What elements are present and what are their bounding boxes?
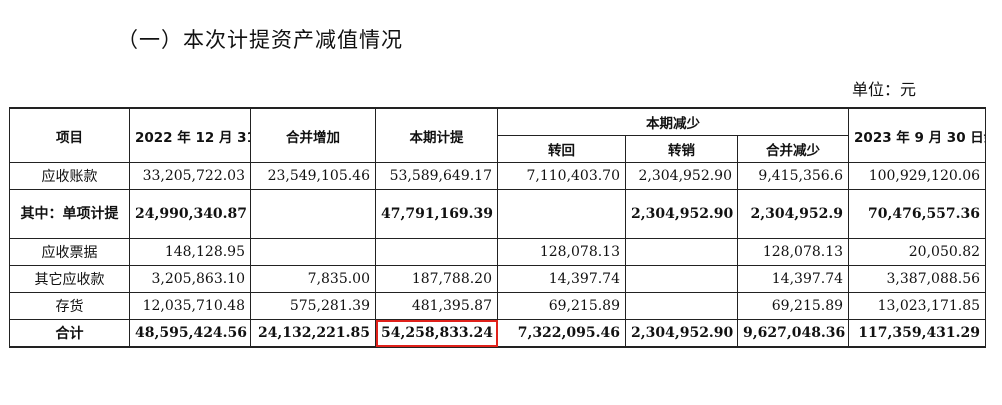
cell-writeoff: 2,304,952.90 bbox=[625, 189, 738, 239]
cell-merge-decrease: 14,397.74 bbox=[736, 265, 850, 293]
cell-merge-decrease: 9,415,356.6 bbox=[736, 162, 850, 190]
cell-writeoff: 2,304,952.90 bbox=[625, 162, 738, 190]
cell-writeoff: 2,304,952.90 bbox=[625, 319, 738, 348]
cell-provision: 187,788.20 bbox=[375, 265, 498, 293]
cell-provision-highlighted: 54,258,833.24 bbox=[375, 319, 498, 348]
cell-provision bbox=[375, 238, 498, 266]
header-merge-decrease: 合并减少 bbox=[736, 135, 850, 163]
header-provision: 本期计提 bbox=[375, 107, 498, 163]
cell-closing: 20,050.82 bbox=[848, 238, 987, 266]
table-row-total: 合计 48,595,424.56 24,132,221.85 54,258,83… bbox=[9, 319, 987, 348]
cell-closing: 117,359,431.29 bbox=[848, 319, 987, 348]
cell-merge-increase: 24,132,221.85 bbox=[250, 319, 376, 348]
row-label: 其中：单项计提 bbox=[9, 189, 130, 239]
table-row: 应收票据 148,128.95 128,078.13 128,078.13 20… bbox=[9, 238, 987, 266]
table-row: 应收账款 33,205,722.03 23,549,105.46 53,589,… bbox=[9, 162, 987, 190]
cell-merge-decrease: 69,215.89 bbox=[736, 292, 850, 320]
impairment-table: 项目 2022 年 12 月 31 日余额 合并增加 本期计提 本期减少 202… bbox=[9, 107, 987, 348]
header-reversal: 转回 bbox=[497, 135, 626, 163]
cell-writeoff bbox=[625, 292, 738, 320]
header-item: 项目 bbox=[9, 107, 130, 163]
cell-merge-increase: 575,281.39 bbox=[250, 292, 376, 320]
cell-reversal: 7,322,095.46 bbox=[497, 319, 626, 348]
cell-reversal: 14,397.74 bbox=[497, 265, 626, 293]
table-row: 其它应收款 3,205,863.10 7,835.00 187,788.20 1… bbox=[9, 265, 987, 293]
cell-opening: 12,035,710.48 bbox=[129, 292, 251, 320]
cell-provision: 481,395.87 bbox=[375, 292, 498, 320]
row-label: 应收账款 bbox=[9, 162, 130, 190]
table-row: 存货 12,035,710.48 575,281.39 481,395.87 6… bbox=[9, 292, 987, 320]
header-closing-balance: 2023 年 9 月 30 日余额 bbox=[848, 107, 987, 163]
cell-opening: 148,128.95 bbox=[129, 238, 251, 266]
cell-opening: 24,990,340.87 bbox=[129, 189, 251, 239]
header-opening-balance: 2022 年 12 月 31 日余额 bbox=[129, 107, 251, 163]
row-label: 应收票据 bbox=[9, 238, 130, 266]
cell-reversal: 7,110,403.70 bbox=[497, 162, 626, 190]
cell-writeoff bbox=[625, 238, 738, 266]
cell-opening: 33,205,722.03 bbox=[129, 162, 251, 190]
cell-opening: 3,205,863.10 bbox=[129, 265, 251, 293]
header-writeoff: 转销 bbox=[625, 135, 738, 163]
cell-closing: 13,023,171.85 bbox=[848, 292, 987, 320]
unit-label: 单位：元 bbox=[851, 80, 916, 99]
cell-closing: 70,476,557.36 bbox=[848, 189, 987, 239]
cell-merge-decrease: 9,627,048.36 bbox=[736, 319, 850, 348]
cell-merge-decrease: 128,078.13 bbox=[736, 238, 850, 266]
cell-reversal: 128,078.13 bbox=[497, 238, 626, 266]
section-heading: （一）本次计提资产减值情况 bbox=[117, 28, 403, 52]
cell-merge-increase: 23,549,105.46 bbox=[250, 162, 376, 190]
cell-reversal: 69,215.89 bbox=[497, 292, 626, 320]
row-label: 存货 bbox=[9, 292, 130, 320]
header-merge-increase: 合并增加 bbox=[250, 107, 376, 163]
cell-reversal bbox=[497, 189, 626, 239]
cell-provision: 47,791,169.39 bbox=[375, 189, 498, 239]
cell-merge-decrease: 2,304,952.9 bbox=[736, 189, 850, 239]
row-label: 合计 bbox=[9, 319, 130, 348]
cell-provision: 53,589,649.17 bbox=[375, 162, 498, 190]
cell-closing: 100,929,120.06 bbox=[848, 162, 987, 190]
table-row: 其中：单项计提 24,990,340.87 47,791,169.39 2,30… bbox=[9, 189, 987, 239]
header-decrease: 本期减少 bbox=[496, 107, 850, 136]
cell-merge-increase bbox=[250, 238, 376, 266]
cell-closing: 3,387,088.56 bbox=[848, 265, 987, 293]
cell-writeoff bbox=[625, 265, 738, 293]
row-label: 其它应收款 bbox=[9, 265, 130, 293]
cell-merge-increase: 7,835.00 bbox=[250, 265, 376, 293]
cell-merge-increase bbox=[250, 189, 376, 239]
cell-opening: 48,595,424.56 bbox=[129, 319, 251, 348]
